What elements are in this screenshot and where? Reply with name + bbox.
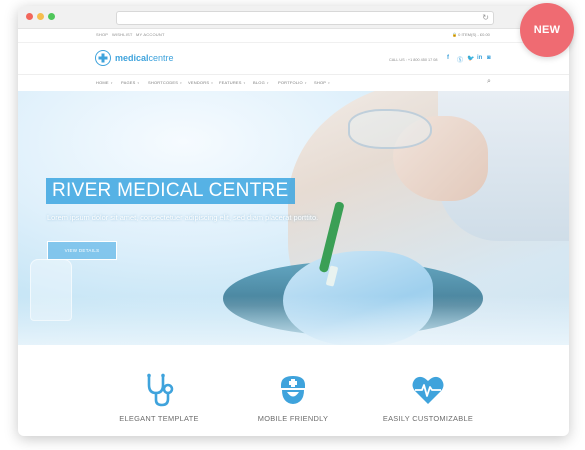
- site-header: medicalcentre CALL US : +1 800 450 17 08…: [18, 42, 569, 75]
- reload-icon[interactable]: ↻: [482, 12, 489, 24]
- stethoscope-icon: [147, 373, 174, 407]
- top-link-my-account[interactable]: MY ACCOUNT: [136, 32, 165, 37]
- nurse-icon: [281, 376, 305, 404]
- nav-item-label: BLOG: [253, 80, 265, 85]
- nav-item-label: PORTFOLIO: [278, 80, 303, 85]
- top-link-wishlist[interactable]: WISHLIST: [112, 32, 133, 37]
- feature-elegant-template[interactable]: ELEGANT TEMPLATE: [99, 373, 219, 423]
- facebook-icon[interactable]: f: [447, 55, 449, 61]
- nav-item-pages[interactable]: PAGES ▾: [121, 80, 139, 85]
- cart-summary[interactable]: 🔒 0 ITEM(S) - £0.00: [452, 32, 490, 37]
- logo-text-part2: centre: [148, 53, 174, 63]
- nav-item-portfolio[interactable]: PORTFOLIO ▾: [278, 80, 307, 85]
- chevron-down-icon: ▾: [137, 81, 140, 85]
- chevron-down-icon: ▾: [110, 81, 113, 85]
- chevron-down-icon: ▾: [266, 81, 269, 85]
- hero-photo-bench: [18, 296, 569, 345]
- nav-item-features[interactable]: FEATURES ▾: [219, 80, 245, 85]
- skype-icon[interactable]: Ⓢ: [457, 55, 463, 64]
- logo[interactable]: medicalcentre: [115, 53, 174, 63]
- feature-easily-customizable[interactable]: EASILY CUSTOMIZABLE: [368, 373, 488, 423]
- chevron-down-icon: ▾: [328, 81, 330, 85]
- feature-label: MOBILE FRIENDLY: [257, 414, 329, 423]
- nav-item-label: SHOP: [314, 80, 327, 85]
- heartbeat-icon: [412, 376, 444, 404]
- maximize-window-button[interactable]: [48, 13, 55, 20]
- top-bar: SHOP WISHLIST MY ACCOUNT 🔒 0 ITEM(S) - £…: [18, 29, 569, 41]
- contact-phone: CALL US : +1 800 450 17 08: [389, 58, 438, 62]
- nav-item-label: VENDORS: [188, 80, 210, 85]
- view-details-button[interactable]: VIEW DETAILS: [47, 241, 117, 260]
- medical-cross-icon[interactable]: [95, 50, 111, 66]
- nav-item-vendors[interactable]: VENDORS ▾: [188, 80, 213, 85]
- nav-item-home[interactable]: HOME ▾: [96, 80, 113, 85]
- instagram-icon[interactable]: ◙: [487, 55, 491, 61]
- close-window-button[interactable]: [26, 13, 33, 20]
- linkedin-icon[interactable]: in: [477, 55, 482, 61]
- browser-toolbar: ↻: [18, 6, 569, 29]
- lock-icon: 🔒: [452, 32, 457, 37]
- hero-title: RIVER MEDICAL CENTRE: [52, 180, 289, 201]
- chevron-down-icon: ▾: [304, 81, 307, 85]
- browser-window: ↻ SHOP WISHLIST MY ACCOUNT 🔒 0 ITEM(S) -…: [18, 6, 569, 436]
- top-link-shop[interactable]: SHOP: [96, 32, 108, 37]
- address-bar[interactable]: ↻: [116, 11, 494, 25]
- nav-item-label: SHORTCODES: [148, 80, 179, 85]
- nav-item-label: HOME: [96, 80, 109, 85]
- chevron-down-icon: ▾: [243, 81, 246, 85]
- feature-label: ELEGANT TEMPLATE: [119, 414, 199, 423]
- search-icon[interactable]: ⌕: [487, 78, 491, 86]
- nav-item-label: PAGES: [121, 80, 136, 85]
- hero-banner: RIVER MEDICAL CENTRE Lorem ipsum dolor s…: [18, 91, 569, 345]
- chevron-down-icon: ▾: [211, 81, 213, 85]
- new-badge: NEW: [520, 3, 574, 57]
- nav-item-label: FEATURES: [219, 80, 242, 85]
- minimize-window-button[interactable]: [37, 13, 44, 20]
- nav-item-blog[interactable]: BLOG ▾: [253, 80, 269, 85]
- cart-text: 0 ITEM(S) - £0.00: [458, 32, 490, 37]
- feature-mobile-friendly[interactable]: MOBILE FRIENDLY: [233, 373, 353, 423]
- feature-label: EASILY CUSTOMIZABLE: [382, 414, 474, 423]
- logo-text-part1: medical: [115, 53, 149, 63]
- hero-title-box: RIVER MEDICAL CENTRE: [46, 178, 295, 204]
- hero-subtitle: Lorem ipsum dolor sit amet, consectetuer…: [47, 213, 319, 222]
- nav-item-shortcodes[interactable]: SHORTCODES ▾: [148, 80, 182, 85]
- twitter-icon[interactable]: 🐦: [467, 55, 474, 62]
- hero-photo-goggles: [348, 109, 432, 149]
- nav-item-shop[interactable]: SHOP ▾: [314, 80, 330, 85]
- main-nav: HOME ▾ PAGES ▾ SHORTCODES ▾ VENDORS ▾ FEATUR…: [18, 74, 569, 91]
- chevron-down-icon: ▾: [180, 81, 182, 85]
